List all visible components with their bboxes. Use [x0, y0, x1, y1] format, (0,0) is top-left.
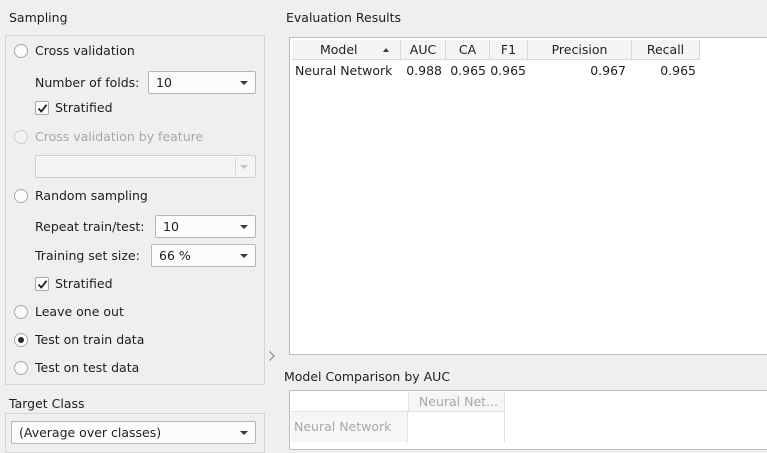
comparison-cell	[408, 412, 505, 442]
comparison-column-header[interactable]: Neural Net...	[408, 392, 505, 412]
stratified-label-1[interactable]: Stratified	[55, 100, 113, 116]
repeat-train-test-combo[interactable]: 10	[155, 215, 256, 238]
training-set-size-value: 66 %	[159, 248, 191, 263]
target-class-title: Target Class	[9, 396, 85, 411]
number-of-folds-combo[interactable]: 10	[148, 71, 256, 94]
cross-validation-by-feature-radio[interactable]	[14, 130, 28, 144]
cell-model: Neural Network	[295, 63, 393, 78]
evaluation-results-table[interactable]: Model AUC CA F1 Precision Recall Neural …	[289, 37, 767, 355]
cell-recall: 0.965	[660, 63, 696, 78]
model-comparison-title: Model Comparison by AUC	[284, 369, 451, 384]
test-on-train-data-label[interactable]: Test on train data	[35, 332, 144, 348]
cross-validation-radio[interactable]	[14, 44, 28, 58]
column-header-model-label: Model	[320, 42, 358, 57]
chevron-down-icon	[240, 431, 248, 435]
column-header-model[interactable]: Model	[292, 40, 401, 60]
stratified-label-2[interactable]: Stratified	[55, 276, 113, 292]
column-header-f1[interactable]: F1	[490, 40, 528, 60]
cell-auc: 0.988	[406, 63, 442, 78]
leave-one-out-label[interactable]: Leave one out	[35, 304, 124, 320]
cell-f1: 0.965	[490, 63, 526, 78]
column-header-precision[interactable]: Precision	[528, 40, 632, 60]
cross-validation-label[interactable]: Cross validation	[35, 43, 135, 59]
cross-validation-by-feature-label[interactable]: Cross validation by feature	[35, 129, 203, 145]
target-class-value: (Average over classes)	[19, 425, 162, 440]
sampling-title: Sampling	[9, 10, 68, 25]
cell-ca: 0.965	[450, 63, 486, 78]
leave-one-out-radio[interactable]	[14, 305, 28, 319]
column-header-auc[interactable]: AUC	[401, 40, 446, 60]
checkmark-icon	[37, 104, 48, 113]
checkmark-icon	[37, 280, 48, 289]
sort-ascending-icon	[383, 48, 389, 52]
cell-precision: 0.967	[590, 63, 626, 78]
chevron-down-icon	[240, 81, 248, 85]
chevron-down-icon	[240, 165, 248, 169]
test-on-test-data-radio[interactable]	[14, 361, 28, 375]
column-header-ca[interactable]: CA	[446, 40, 490, 60]
chevron-down-icon	[240, 225, 248, 229]
random-sampling-radio[interactable]	[14, 189, 28, 203]
test-on-test-data-label[interactable]: Test on test data	[35, 360, 139, 376]
repeat-train-test-value: 10	[163, 219, 179, 234]
model-comparison-table[interactable]: Neural Net... Neural Network	[289, 390, 767, 450]
chevron-right-icon[interactable]	[268, 350, 276, 362]
stratified-checkbox-1[interactable]	[35, 101, 49, 115]
evaluation-results-title: Evaluation Results	[286, 10, 402, 25]
number-of-folds-value: 10	[156, 75, 172, 90]
feature-combo[interactable]	[35, 155, 256, 178]
stratified-checkbox-2[interactable]	[35, 277, 49, 291]
training-set-size-combo[interactable]: 66 %	[151, 244, 256, 267]
comparison-corner	[291, 392, 408, 412]
chevron-down-icon	[240, 254, 248, 258]
test-on-train-data-radio[interactable]	[14, 333, 28, 347]
training-set-size-label: Training set size:	[35, 248, 140, 263]
repeat-train-test-label: Repeat train/test:	[35, 219, 145, 234]
comparison-row-header[interactable]: Neural Network	[291, 412, 408, 442]
combo-separator	[235, 158, 236, 175]
number-of-folds-label: Number of folds:	[35, 75, 140, 90]
column-header-recall[interactable]: Recall	[632, 40, 700, 60]
random-sampling-label[interactable]: Random sampling	[35, 188, 148, 204]
